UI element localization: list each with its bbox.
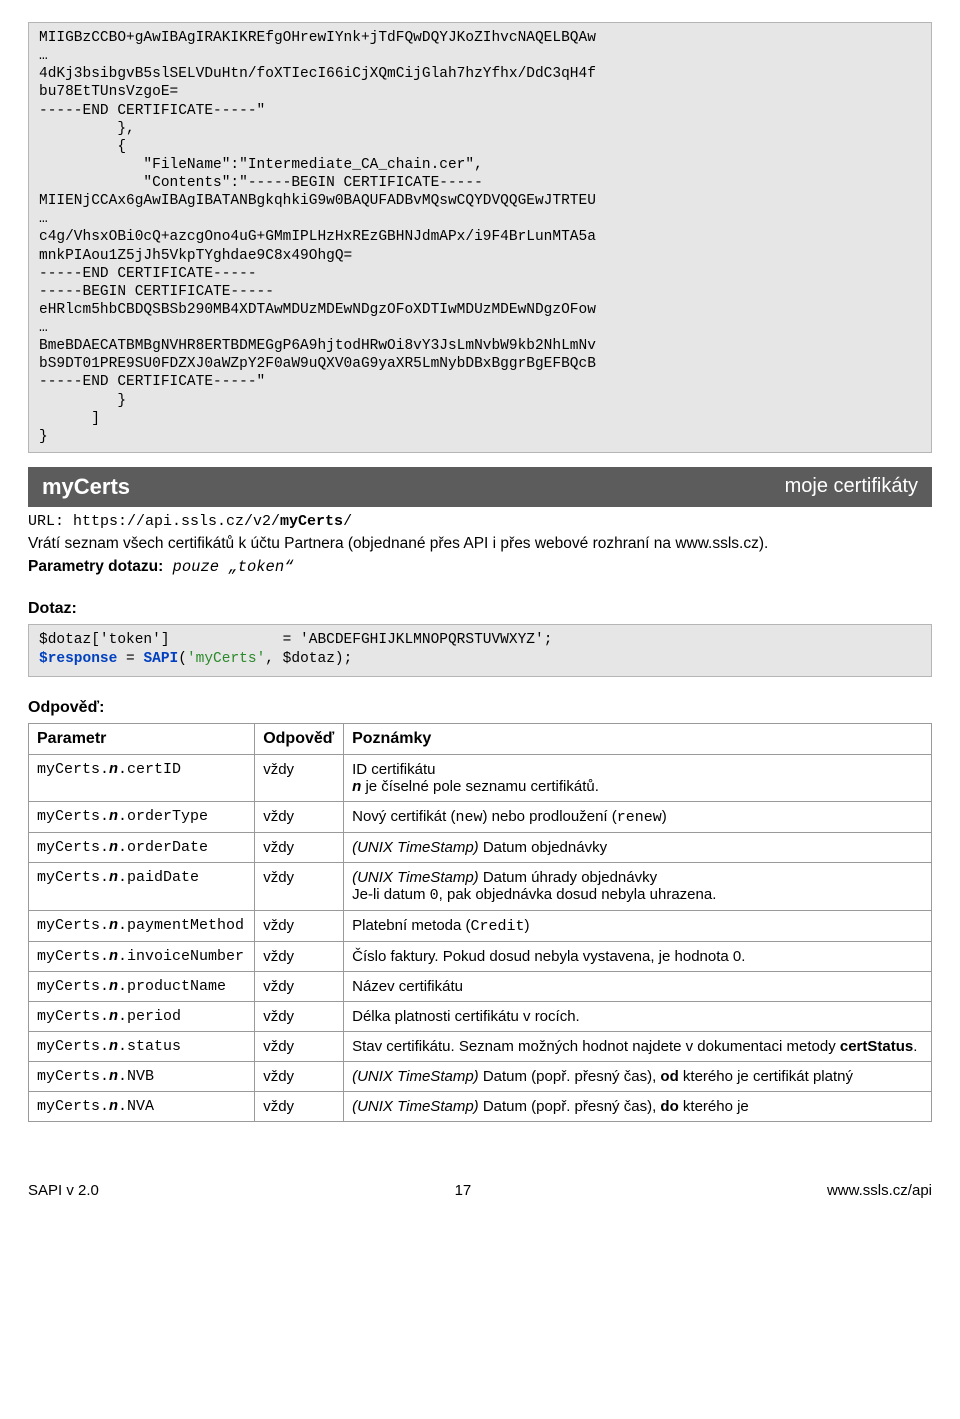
- odpoved-cell: vždy: [255, 832, 344, 862]
- odpoved-cell: vždy: [255, 1031, 344, 1061]
- note-cell: Stav certifikátu. Seznam možných hodnot …: [344, 1031, 932, 1061]
- param-cell: myCerts.n.NVA: [29, 1091, 255, 1121]
- odpoved-cell: vždy: [255, 1061, 344, 1091]
- params-value-prefix: pouze „: [163, 558, 237, 576]
- query-code-block: $dotaz['token'] = 'ABCDEFGHIJKLMNOPQRSTU…: [28, 624, 932, 677]
- param-cell: myCerts.n.paymentMethod: [29, 910, 255, 941]
- param-cell: myCerts.n.productName: [29, 971, 255, 1001]
- query-paren-open: (: [178, 651, 187, 667]
- url-prefix: URL: https://api.ssls.cz/v2/: [28, 513, 280, 530]
- odpoved-cell: vždy: [255, 862, 344, 910]
- query-eq: =: [117, 651, 143, 667]
- odpoved-cell: vždy: [255, 754, 344, 801]
- footer-left: SAPI v 2.0: [28, 1182, 99, 1199]
- table-row: myCerts.n.paidDate vždy (UNIX TimeStamp)…: [29, 862, 932, 910]
- odpoved-cell: vždy: [255, 971, 344, 1001]
- table-row: myCerts.n.paymentMethod vždy Platební me…: [29, 910, 932, 941]
- param-cell: myCerts.n.status: [29, 1031, 255, 1061]
- param-cell: myCerts.n.invoiceNumber: [29, 941, 255, 971]
- footer-right: www.ssls.cz/api: [827, 1182, 932, 1199]
- query-params-line: Parametry dotazu: pouze „token“: [28, 557, 932, 578]
- section-title-right: moje certifikáty: [785, 475, 918, 498]
- th-poznamky: Poznámky: [344, 723, 932, 754]
- params-label: Parametry dotazu:: [28, 558, 163, 575]
- table-row: myCerts.n.invoiceNumber vždy Číslo faktu…: [29, 941, 932, 971]
- note-cell: (UNIX TimeStamp) Datum (popř. přesný čas…: [344, 1091, 932, 1121]
- param-cell: myCerts.n.certID: [29, 754, 255, 801]
- footer-page-number: 17: [455, 1182, 472, 1199]
- table-row: myCerts.n.orderType vždy Nový certifikát…: [29, 801, 932, 832]
- table-row: myCerts.n.status vždy Stav certifikátu. …: [29, 1031, 932, 1061]
- table-header-row: Parametr Odpověď Poznámky: [29, 723, 932, 754]
- heading-query: Dotaz:: [28, 600, 932, 618]
- odpoved-cell: vždy: [255, 910, 344, 941]
- params-value-suffix: “: [284, 558, 293, 576]
- section-title-left: myCerts: [42, 474, 130, 500]
- query-rest: , $dotaz);: [265, 651, 352, 667]
- certificate-code-block: MIIGBzCCBO+gAwIBAgIRAKIKREfgOHrewIYnk+jT…: [28, 22, 932, 453]
- note-cell: Název certifikátu: [344, 971, 932, 1001]
- th-parametr: Parametr: [29, 723, 255, 754]
- param-cell: myCerts.n.period: [29, 1001, 255, 1031]
- note-cell: (UNIX TimeStamp) Datum (popř. přesný čas…: [344, 1061, 932, 1091]
- url-suffix: /: [343, 513, 352, 530]
- url-endpoint: myCerts: [280, 513, 343, 530]
- table-row: myCerts.n.certID vždy ID certifikátu n j…: [29, 754, 932, 801]
- query-sapi: SAPI: [143, 651, 178, 667]
- param-cell: myCerts.n.orderType: [29, 801, 255, 832]
- note-cell: (UNIX TimeStamp) Datum úhrady objednávky…: [344, 862, 932, 910]
- table-row: myCerts.n.orderDate vždy (UNIX TimeStamp…: [29, 832, 932, 862]
- odpoved-cell: vždy: [255, 1091, 344, 1121]
- note-cell: (UNIX TimeStamp) Datum objednávky: [344, 832, 932, 862]
- table-row: myCerts.n.NVA vždy (UNIX TimeStamp) Datu…: [29, 1091, 932, 1121]
- query-line1-left: $dotaz['token']: [39, 632, 170, 648]
- note-cell: Platební metoda (Credit): [344, 910, 932, 941]
- odpoved-cell: vždy: [255, 801, 344, 832]
- heading-response: Odpověď:: [28, 699, 932, 717]
- params-value-code: token: [238, 558, 285, 576]
- endpoint-description: Vrátí seznam všech certifikátů k účtu Pa…: [28, 534, 932, 555]
- param-cell: myCerts.n.NVB: [29, 1061, 255, 1091]
- note-cell: Číslo faktury. Pokud dosud nebyla vystav…: [344, 941, 932, 971]
- page-footer: SAPI v 2.0 17 www.ssls.cz/api: [28, 1182, 932, 1199]
- note-cell: ID certifikátu n je číselné pole seznamu…: [344, 754, 932, 801]
- note-cell: Délka platnosti certifikátu v rocích.: [344, 1001, 932, 1031]
- response-table: Parametr Odpověď Poznámky myCerts.n.cert…: [28, 723, 932, 1122]
- query-line1-mid: = 'ABCDEFGHIJKLMNOPQRSTUVWXYZ';: [170, 632, 553, 648]
- query-arg: 'myCerts': [187, 651, 265, 667]
- odpoved-cell: vždy: [255, 941, 344, 971]
- table-row: myCerts.n.period vždy Délka platnosti ce…: [29, 1001, 932, 1031]
- odpoved-cell: vždy: [255, 1001, 344, 1031]
- param-cell: myCerts.n.paidDate: [29, 862, 255, 910]
- param-cell: myCerts.n.orderDate: [29, 832, 255, 862]
- api-url: URL: https://api.ssls.cz/v2/myCerts/: [28, 513, 932, 530]
- section-header: myCerts moje certifikáty: [28, 467, 932, 507]
- query-response-var: $response: [39, 651, 117, 667]
- note-cell: Nový certifikát (new) nebo prodloužení (…: [344, 801, 932, 832]
- table-row: myCerts.n.productName vždy Název certifi…: [29, 971, 932, 1001]
- table-row: myCerts.n.NVB vždy (UNIX TimeStamp) Datu…: [29, 1061, 932, 1091]
- th-odpoved: Odpověď: [255, 723, 344, 754]
